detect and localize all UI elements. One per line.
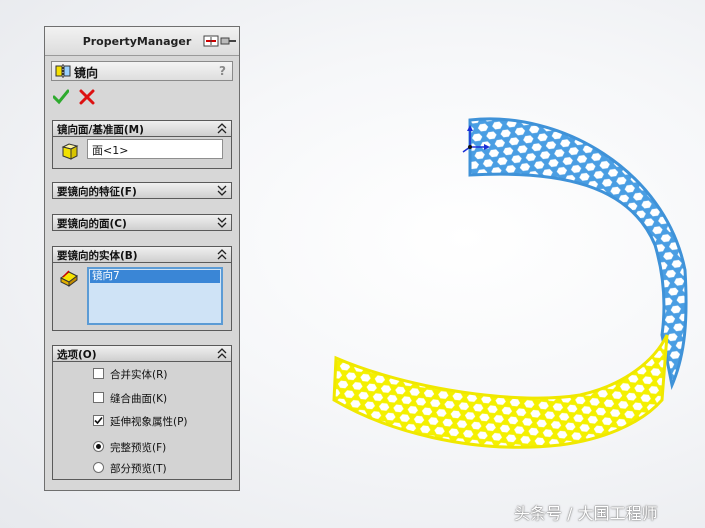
checkbox-unchecked[interactable] bbox=[93, 368, 104, 379]
features-group-title: 要镜向的特征(F) bbox=[57, 186, 137, 198]
chevron-up-icon[interactable] bbox=[217, 123, 227, 134]
mirror-face-group-body: 面<1> bbox=[52, 137, 232, 169]
property-manager-header: PropertyManager bbox=[45, 27, 239, 56]
merge-solids-label: 合并实体(R) bbox=[110, 369, 168, 381]
property-manager-panel: PropertyManager 镜向 ? 镜向面/基准面(M) 面<1> 要镜向… bbox=[44, 26, 240, 491]
checkbox-unchecked[interactable] bbox=[93, 392, 104, 403]
solid-body-icon bbox=[60, 270, 78, 287]
mirror-feature-icon bbox=[55, 64, 71, 78]
propagate-visual-label: 延伸视象属性(P) bbox=[110, 416, 188, 428]
ok-button[interactable] bbox=[53, 89, 69, 105]
cube-icon bbox=[61, 143, 79, 160]
partial-preview-label: 部分预览(T) bbox=[110, 463, 167, 475]
options-group-body: 合并实体(R) 缝合曲面(K) 延伸视象属性(P) 完整预览(F) 部分预览(T… bbox=[52, 362, 232, 480]
help-icon[interactable]: ? bbox=[219, 64, 226, 78]
original-body[interactable] bbox=[468, 117, 688, 390]
radio-dot bbox=[96, 444, 101, 449]
list-item[interactable]: 镜向7 bbox=[90, 270, 220, 283]
mirror-face-group-header[interactable]: 镜向面/基准面(M) bbox=[52, 120, 232, 137]
chevron-down-icon[interactable] bbox=[217, 217, 227, 228]
faces-group-title: 要镜向的面(C) bbox=[57, 218, 127, 230]
knit-surfaces-label: 缝合曲面(K) bbox=[110, 393, 168, 405]
radio-unselected[interactable] bbox=[93, 462, 104, 473]
full-preview-label: 完整预览(F) bbox=[110, 442, 167, 454]
bodies-list[interactable]: 镜向7 bbox=[87, 267, 223, 325]
pin-icon[interactable] bbox=[203, 33, 237, 49]
options-group-header[interactable]: 选项(O) bbox=[52, 345, 232, 362]
mirror-face-field[interactable]: 面<1> bbox=[87, 139, 223, 159]
mirror-face-group-title: 镜向面/基准面(M) bbox=[57, 124, 144, 136]
bodies-group-body: 镜向7 bbox=[52, 263, 232, 331]
radio-selected[interactable] bbox=[93, 441, 104, 452]
chevron-up-icon[interactable] bbox=[217, 348, 227, 359]
feature-title: 镜向 bbox=[74, 66, 99, 80]
check-icon bbox=[94, 416, 103, 425]
bodies-group-title: 要镜向的实体(B) bbox=[57, 250, 138, 262]
faces-group-header[interactable]: 要镜向的面(C) bbox=[52, 214, 232, 231]
options-group-title: 选项(O) bbox=[57, 349, 97, 361]
feature-header: 镜向 ? bbox=[51, 61, 233, 81]
panel-title: PropertyManager bbox=[82, 35, 192, 48]
features-group-header[interactable]: 要镜向的特征(F) bbox=[52, 182, 232, 199]
chevron-up-icon[interactable] bbox=[217, 249, 227, 260]
chevron-down-icon[interactable] bbox=[217, 185, 227, 196]
bodies-group-header[interactable]: 要镜向的实体(B) bbox=[52, 246, 232, 263]
cancel-button[interactable] bbox=[79, 89, 95, 105]
checkbox-checked[interactable] bbox=[93, 415, 104, 426]
watermark: 头条号 / 大国工程师 bbox=[514, 504, 658, 523]
mirrored-body[interactable] bbox=[332, 334, 669, 449]
